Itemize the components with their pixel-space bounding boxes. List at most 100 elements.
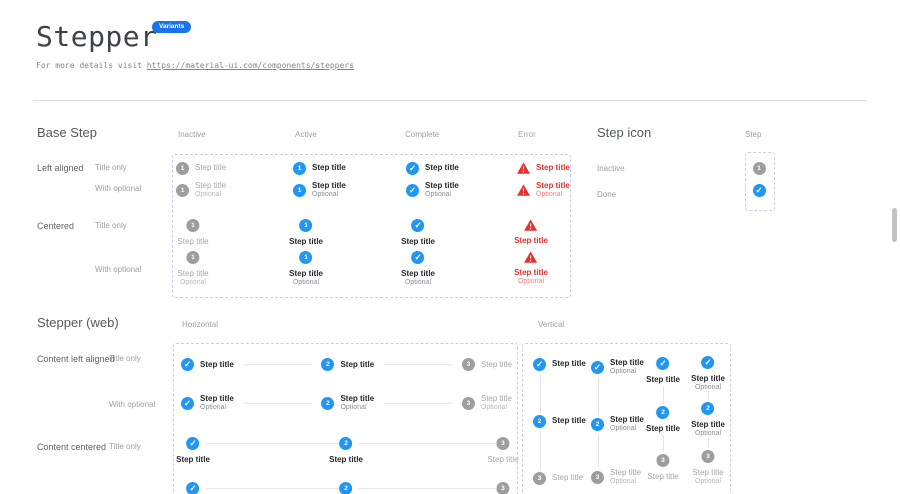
connector-line [384,403,452,404]
step-number-icon: 1 [300,219,313,232]
step-label-block: Step titleOptional [514,268,548,287]
step-cell: ✓Step titleOptional [401,251,435,288]
check-icon: ✓ [187,437,200,450]
column-header-vertical: Vertical [538,320,564,329]
check-icon: ✓ [533,358,546,371]
step-title: Step title [176,455,210,465]
step-title: Step title [329,455,363,465]
step-title: Step title [514,268,548,278]
step-title: Step title [552,473,583,483]
step-title: Step title [425,163,459,173]
step-cell: 3Step title [647,454,678,482]
step-label-block: Step title [177,237,208,247]
step-label-block: Step title [401,237,435,247]
step-title: Step title [401,237,435,247]
check-icon: ✓ [406,162,419,175]
step-cell: 2 Step title [646,406,680,434]
variants-badge: Variants [152,21,191,33]
step-title: Step title [610,468,641,478]
step-number-icon: 2 [340,482,353,494]
vertical-connector [598,434,599,466]
step-label-block: Step title [200,360,234,370]
step-optional-label: Optional [195,191,226,200]
step-label-block: Step titleOptional [195,181,226,200]
step-optional-label: Optional [180,279,206,288]
row-label-content-left-aligned: Content left aligned [37,354,115,364]
divider [33,100,867,101]
column-header-inactive: Inactive [178,130,206,139]
step-title: Step title [195,181,226,191]
step-title: Step title [481,360,512,370]
step-number-icon: 1 [300,251,313,264]
connector-line [244,364,312,365]
step-title: Step title [691,420,725,430]
step-cell: Step title [514,219,548,246]
step-label-block: Step title [176,455,210,465]
step-title: Step title [289,269,323,279]
subtitle-text: For more details visit [36,61,147,70]
step-label-block: Step titleOptional [610,468,641,487]
step-cell: 1Step titleOptional [293,179,346,201]
step-optional-label: Optional [518,278,544,287]
connector-line [206,443,339,444]
step-number-icon: 3 [462,397,475,410]
step-number-icon: 3 [533,472,546,485]
step-cell: 3Step titleOptional [462,394,512,413]
step-number-icon: 1 [293,162,306,175]
step-number-icon: 2 [321,358,334,371]
step-cell: Step title [517,157,570,179]
check-icon: ✓ [702,356,715,369]
step-label-block: Step title [514,236,548,246]
step-optional-label: Optional [536,191,570,200]
step-cell: ✓Step title [176,482,210,494]
step-number-icon: 3 [701,450,714,463]
step-number-icon: 1 [293,184,306,197]
step-label-block: Step title [329,455,363,465]
connector-line [358,488,496,489]
subtitle: For more details visit https://material-… [36,61,354,70]
step-number-icon: 2 [591,418,604,431]
step-title: Step title [536,163,570,173]
step-cell: ✓ Step title [176,437,210,465]
step-number-icon: 3 [496,482,509,494]
step-number-icon: 1 [176,184,189,197]
step-number-icon: 3 [591,471,604,484]
step-title: Step title [177,237,208,247]
step-number-icon: 2 [657,406,670,419]
step-optional-label: Optional [481,404,512,413]
step-title: Step title [200,360,234,370]
step-cell: 1Step title [293,157,346,179]
step-label-block: Step title [646,424,680,434]
vertical-connector [708,437,709,448]
step-label-block: Step title [646,375,680,385]
step-cell: 1 Step titleOptional [176,179,226,201]
step-label-block: Step title [552,473,583,483]
scrollbar-thumb[interactable] [892,208,897,242]
step-cell: 3 Step title [462,358,512,371]
page-title: Stepper [36,20,158,53]
step-optional-label: Optional [695,478,721,487]
step-label-block: Step title [647,472,678,482]
step-label-block: Step titleOptional [401,269,435,288]
base-step-heading: Base Step [37,125,97,140]
step-label-block: Step title [487,455,518,465]
step-icon-specimen: 1 [753,162,766,175]
step-cell: 2Step title [533,410,586,432]
step-optional-label: Optional [293,279,319,288]
step-number-icon: 3 [462,358,475,371]
step-label-block: Step title [481,360,512,370]
horizontal-stepper: ✓Step title2Step title3Step title [181,357,512,372]
step-number-icon: 1 [753,162,766,175]
docs-link[interactable]: https://material-ui.com/components/stepp… [147,61,354,70]
step-label-block: Step titleOptional [200,394,234,413]
vertical-connector [663,435,664,452]
step-cell: 1 Step titleOptional [289,251,323,288]
step-title: Step title [647,472,678,482]
step-title: Step title [552,416,586,426]
vertical-connector [540,374,541,413]
step-cell: ✓Step title [533,353,586,375]
step-icon-row-inactive: Inactive [597,164,625,173]
step-optional-label: Optional [610,478,641,487]
step-title: Step title [514,236,548,246]
step-optional-label: Optional [610,368,644,377]
